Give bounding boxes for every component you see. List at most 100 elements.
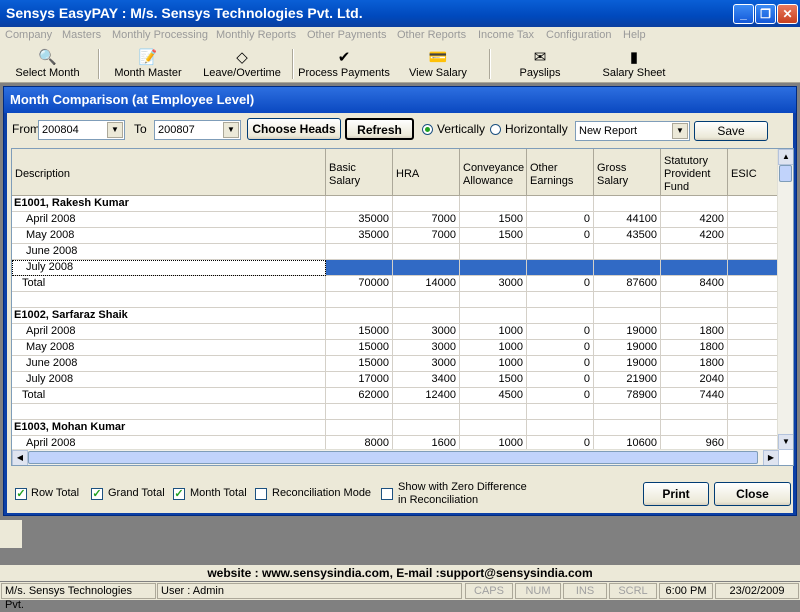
row-value[interactable] — [661, 308, 728, 324]
view-salary-button[interactable]: 💳 View Salary — [406, 49, 470, 81]
to-month-select[interactable]: 200807 ▼ — [154, 120, 241, 140]
row-description[interactable]: May 2008 — [12, 340, 326, 356]
row-value[interactable]: 1000 — [460, 436, 527, 450]
row-value[interactable] — [460, 260, 527, 276]
report-select[interactable]: New Report ▼ — [575, 121, 690, 141]
table-row[interactable] — [12, 292, 779, 308]
close-button[interactable]: Close — [714, 482, 791, 506]
menu-configuration[interactable]: Configuration — [546, 29, 611, 41]
row-value[interactable]: 87600 — [594, 276, 661, 292]
table-row[interactable]: May 2008 15000 3000 1000 0 19000 1800 — [12, 340, 779, 356]
row-value[interactable] — [393, 308, 460, 324]
select-month-button[interactable]: 🔍 Select Month — [10, 49, 85, 81]
row-value[interactable]: 0 — [527, 388, 594, 404]
row-value[interactable]: 960 — [661, 436, 728, 450]
row-value[interactable] — [661, 244, 728, 260]
row-value[interactable]: 19000 — [594, 340, 661, 356]
row-value[interactable] — [728, 196, 779, 212]
row-value[interactable]: 43500 — [594, 228, 661, 244]
scroll-thumb[interactable] — [779, 165, 792, 182]
row-value[interactable]: 0 — [527, 356, 594, 372]
row-value[interactable]: 44100 — [594, 212, 661, 228]
col-hra[interactable]: HRA — [393, 149, 460, 196]
menu-monthly-processing[interactable]: Monthly Processing — [112, 29, 208, 41]
table-row[interactable]: July 2008 — [12, 260, 779, 276]
row-value[interactable] — [326, 244, 393, 260]
row-value[interactable] — [661, 404, 728, 420]
row-value[interactable]: 1500 — [460, 228, 527, 244]
row-value[interactable] — [393, 420, 460, 436]
row-description[interactable]: April 2008 — [12, 436, 326, 450]
salary-sheet-button[interactable]: ▮ Salary Sheet — [600, 49, 668, 81]
row-value[interactable] — [594, 404, 661, 420]
refresh-button[interactable]: Refresh — [345, 118, 414, 140]
row-value[interactable]: 1600 — [393, 436, 460, 450]
row-value[interactable]: 1500 — [460, 212, 527, 228]
menu-help[interactable]: Help — [623, 29, 646, 41]
row-value[interactable]: 70000 — [326, 276, 393, 292]
row-description[interactable] — [12, 292, 326, 308]
row-value[interactable] — [393, 292, 460, 308]
row-value[interactable]: 35000 — [326, 212, 393, 228]
row-description[interactable]: E1002, Sarfaraz Shaik — [12, 308, 326, 324]
row-value[interactable] — [527, 260, 594, 276]
row-value[interactable]: 78900 — [594, 388, 661, 404]
row-value[interactable]: 19000 — [594, 324, 661, 340]
row-value[interactable]: 3000 — [393, 324, 460, 340]
row-value[interactable] — [393, 196, 460, 212]
row-value[interactable] — [460, 196, 527, 212]
col-other-earnings[interactable]: Other Earnings — [527, 149, 594, 196]
row-value[interactable]: 19000 — [594, 356, 661, 372]
row-value[interactable] — [728, 420, 779, 436]
row-value[interactable]: 4500 — [460, 388, 527, 404]
row-value[interactable]: 4200 — [661, 228, 728, 244]
row-value[interactable] — [326, 292, 393, 308]
table-row[interactable]: April 2008 8000 1600 1000 0 10600 960 — [12, 436, 779, 450]
row-value[interactable]: 1000 — [460, 340, 527, 356]
row-value[interactable]: 0 — [527, 276, 594, 292]
row-value[interactable]: 35000 — [326, 228, 393, 244]
row-value[interactable] — [460, 292, 527, 308]
comparison-grid[interactable]: Description Basic Salary HRA Conveyance … — [11, 148, 794, 466]
row-value[interactable]: 4200 — [661, 212, 728, 228]
row-value[interactable] — [460, 244, 527, 260]
row-description[interactable]: April 2008 — [12, 212, 326, 228]
row-value[interactable] — [728, 404, 779, 420]
row-value[interactable] — [728, 372, 779, 388]
row-description[interactable]: Total — [12, 388, 326, 404]
scroll-right-icon[interactable]: ▶ — [763, 450, 779, 465]
choose-heads-button[interactable]: Choose Heads — [247, 118, 341, 140]
row-value[interactable] — [728, 228, 779, 244]
col-gross-salary[interactable]: Gross Salary — [594, 149, 661, 196]
table-row[interactable] — [12, 404, 779, 420]
vertical-scrollbar[interactable]: ▲ ▼ — [777, 149, 793, 450]
row-value[interactable]: 7000 — [393, 228, 460, 244]
row-value[interactable]: 1500 — [460, 372, 527, 388]
row-description[interactable]: E1001, Rakesh Kumar — [12, 196, 326, 212]
row-description[interactable]: May 2008 — [12, 228, 326, 244]
row-value[interactable] — [728, 292, 779, 308]
row-value[interactable]: 0 — [527, 228, 594, 244]
table-row[interactable]: July 2008 17000 3400 1500 0 21900 2040 — [12, 372, 779, 388]
col-description[interactable]: Description — [12, 149, 326, 196]
row-value[interactable] — [728, 260, 779, 276]
menu-other-payments[interactable]: Other Payments — [307, 29, 386, 41]
row-value[interactable] — [728, 308, 779, 324]
month-master-button[interactable]: 📝 Month Master — [110, 49, 186, 81]
row-value[interactable]: 3000 — [393, 340, 460, 356]
row-value[interactable] — [728, 324, 779, 340]
row-value[interactable] — [326, 196, 393, 212]
table-row[interactable]: June 2008 15000 3000 1000 0 19000 1800 — [12, 356, 779, 372]
row-value[interactable]: 1800 — [661, 356, 728, 372]
table-row[interactable]: E1002, Sarfaraz Shaik — [12, 308, 779, 324]
table-row[interactable]: June 2008 — [12, 244, 779, 260]
reconciliation-checkbox[interactable] — [255, 488, 267, 500]
row-value[interactable] — [527, 308, 594, 324]
row-value[interactable]: 1800 — [661, 340, 728, 356]
row-description[interactable]: July 2008 — [12, 260, 326, 276]
row-value[interactable]: 0 — [527, 436, 594, 450]
vertically-radio[interactable] — [422, 124, 433, 135]
row-description[interactable]: June 2008 — [12, 244, 326, 260]
row-value[interactable]: 3000 — [393, 356, 460, 372]
row-value[interactable] — [594, 196, 661, 212]
